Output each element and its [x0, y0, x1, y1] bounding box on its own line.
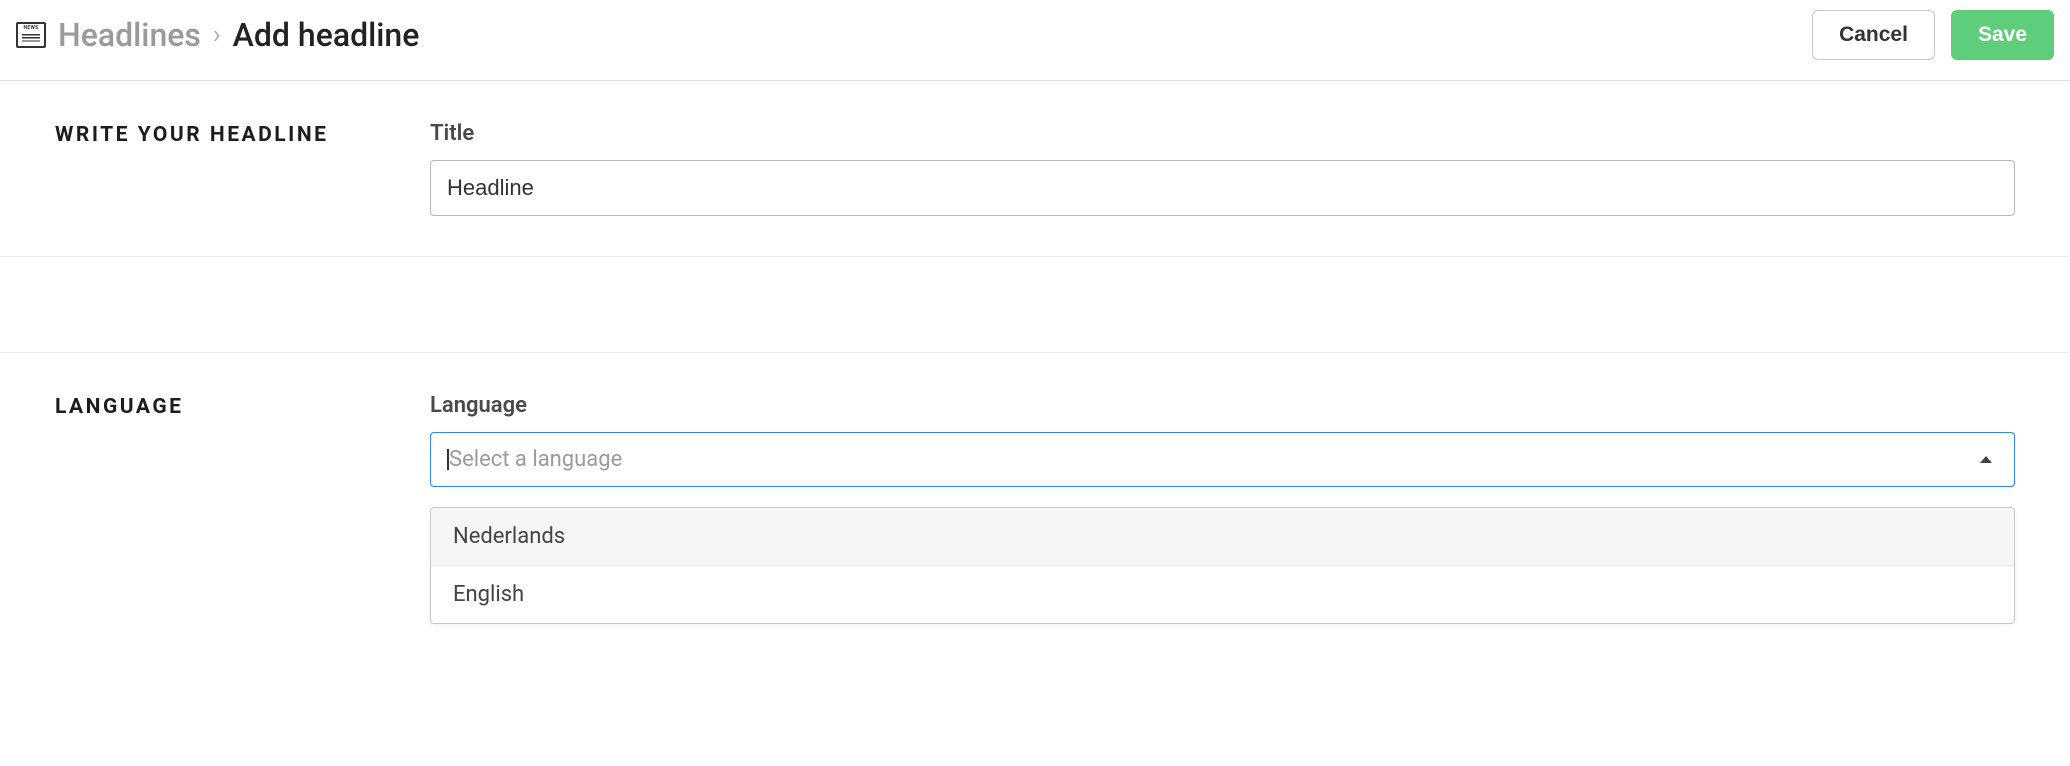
language-select[interactable]: Select a language — [430, 432, 2015, 487]
language-dropdown: Nederlands English — [430, 507, 2015, 624]
breadcrumb-root[interactable]: Headlines — [58, 16, 201, 54]
section-label-headline: WRITE YOUR HEADLINE — [55, 121, 410, 216]
section-content-language: Language Select a language Nederlands En… — [430, 393, 2015, 624]
section-write-headline: WRITE YOUR HEADLINE Title — [0, 81, 2070, 257]
text-caret — [447, 449, 449, 470]
chevron-right-icon: › — [213, 20, 221, 50]
section-content-headline: Title — [430, 121, 2015, 216]
save-button[interactable]: Save — [1951, 10, 2054, 60]
section-language: LANGUAGE Language Select a language Nede… — [0, 353, 2070, 664]
language-option-nederlands[interactable]: Nederlands — [431, 508, 2014, 565]
section-label-language: LANGUAGE — [55, 393, 410, 624]
page-title: Add headline — [233, 16, 420, 54]
language-select-wrap: Select a language Nederlands English — [430, 432, 2015, 624]
breadcrumb: Headlines › Add headline — [16, 16, 419, 54]
header-actions: Cancel Save — [1812, 10, 2054, 60]
language-field-label: Language — [430, 393, 2015, 418]
language-select-placeholder: Select a language — [447, 447, 622, 472]
title-input[interactable] — [430, 160, 2015, 216]
title-field-label: Title — [430, 121, 2015, 146]
language-option-english[interactable]: English — [431, 565, 2014, 623]
page-header: Headlines › Add headline Cancel Save — [0, 0, 2070, 81]
cancel-button[interactable]: Cancel — [1812, 10, 1935, 60]
section-spacer — [0, 257, 2070, 353]
chevron-up-icon — [1980, 456, 1992, 463]
news-icon — [16, 22, 46, 48]
